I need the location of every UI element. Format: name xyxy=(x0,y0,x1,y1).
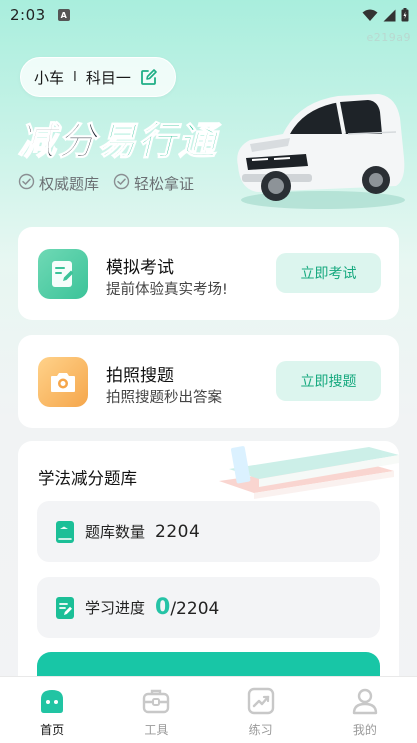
feature-tag-label: 权威题库 xyxy=(39,175,100,193)
bottom-tab-bar: 首页 工具 练习 我的 xyxy=(0,676,417,743)
vehicle-type: 小车 xyxy=(34,68,65,87)
practice-chart-icon xyxy=(246,686,276,716)
books-illustration xyxy=(209,441,399,505)
feature-tag-label: 轻松拿证 xyxy=(134,175,195,193)
hero-title-part1: 减分 xyxy=(17,118,99,163)
feature-tags: 权威题库 轻松拿证 xyxy=(18,173,194,194)
tab-label: 我的 xyxy=(352,723,377,737)
tab-label: 工具 xyxy=(144,723,169,737)
mock-exam-card[interactable]: 模拟考试 提前体验真实考场! 立即考试 xyxy=(18,227,399,320)
tab-tools[interactable]: 工具 xyxy=(104,677,208,743)
book-icon xyxy=(55,520,75,544)
home-icon xyxy=(37,686,67,716)
study-progress-label: 学习进度 xyxy=(85,599,146,617)
tab-practice[interactable]: 练习 xyxy=(209,677,313,743)
toolbox-icon xyxy=(141,686,171,716)
start-exam-button[interactable]: 立即考试 xyxy=(276,253,381,293)
progress-total-count: /2204 xyxy=(170,599,220,619)
photo-search-card[interactable]: 拍照搜题 拍照搜题秒出答案 立即搜题 xyxy=(18,335,399,428)
exam-paper-icon xyxy=(38,249,88,299)
question-count-value: 2204 xyxy=(155,521,201,542)
tab-profile[interactable]: 我的 xyxy=(313,677,417,743)
check-circle-icon xyxy=(18,173,35,194)
photo-search-subtitle: 拍照搜题秒出答案 xyxy=(106,390,222,406)
status-bar: 2:03 A xyxy=(0,0,417,30)
question-count-row: 题库数量 2204 xyxy=(37,501,380,562)
profile-icon xyxy=(350,686,380,716)
feature-tag: 权威题库 xyxy=(18,173,99,194)
tab-label: 练习 xyxy=(248,723,273,737)
car-illustration xyxy=(228,88,408,217)
hero-title: 减分易行通 xyxy=(17,110,219,165)
edit-icon xyxy=(140,68,157,86)
feature-tag: 轻松拿证 xyxy=(113,173,194,194)
signal-icon xyxy=(383,7,396,26)
mock-exam-title: 模拟考试 xyxy=(106,258,174,278)
subject-name: 科目一 xyxy=(85,68,131,87)
hero-title-part2: 易行通 xyxy=(97,118,219,163)
question-bank-card: 学法减分题库 题库数量 2204 学习进度 0 /2204 开始学习 xyxy=(18,441,399,701)
study-progress-value: 0 /2204 xyxy=(155,595,219,620)
pill-separator: I xyxy=(73,69,77,85)
tab-label: 首页 xyxy=(40,723,65,737)
notification-a-icon: A xyxy=(57,9,70,21)
status-time: 2:03 xyxy=(10,6,46,24)
question-bank-title: 学法减分题库 xyxy=(38,469,137,488)
device-id: e219a9 xyxy=(366,31,411,44)
start-search-button[interactable]: 立即搜题 xyxy=(276,361,381,401)
progress-note-icon xyxy=(55,596,75,620)
study-progress-row: 学习进度 0 /2204 xyxy=(37,577,380,638)
battery-icon xyxy=(401,7,409,26)
check-circle-icon xyxy=(113,173,130,194)
mock-exam-subtitle: 提前体验真实考场! xyxy=(106,282,228,298)
tab-home[interactable]: 首页 xyxy=(0,677,104,743)
wifi-icon xyxy=(362,7,378,26)
subject-selector[interactable]: 小车 I 科目一 xyxy=(20,57,176,97)
camera-icon xyxy=(38,357,88,407)
progress-done-count: 0 xyxy=(155,595,171,620)
status-icons xyxy=(362,7,409,26)
photo-search-title: 拍照搜题 xyxy=(106,366,174,386)
question-count-label: 题库数量 xyxy=(85,523,146,541)
